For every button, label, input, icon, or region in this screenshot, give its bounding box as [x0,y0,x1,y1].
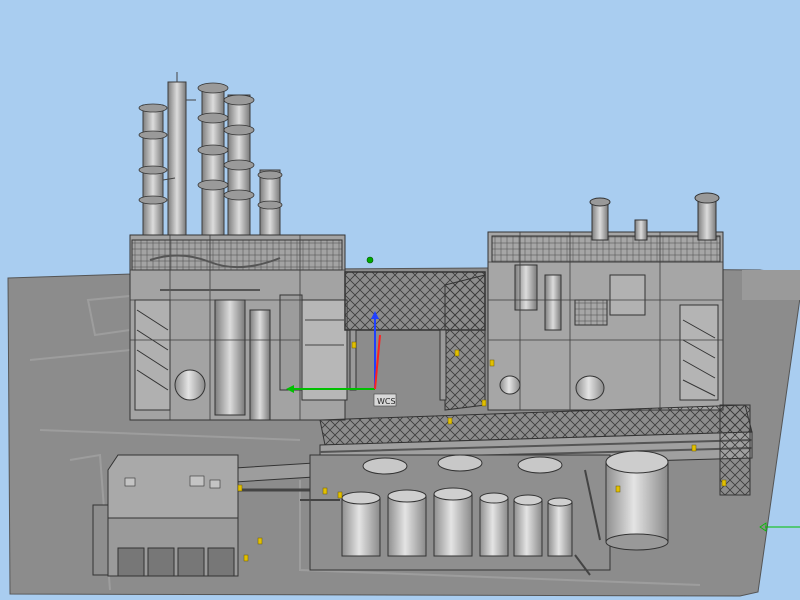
plant-model-scene[interactable]: WCS [0,0,800,600]
storage-tanks[interactable] [341,454,573,557]
right-process-unit[interactable] [487,192,724,411]
3d-viewport[interactable]: WCS [0,0,800,600]
control-building[interactable] [92,454,239,577]
distillation-columns[interactable] [138,72,283,246]
large-storage-tank[interactable] [605,450,669,551]
pivot-point-icon[interactable] [366,256,374,264]
view-triad-icon[interactable] [759,522,800,532]
left-process-unit[interactable] [129,72,348,421]
wcs-label: WCS [377,397,396,406]
